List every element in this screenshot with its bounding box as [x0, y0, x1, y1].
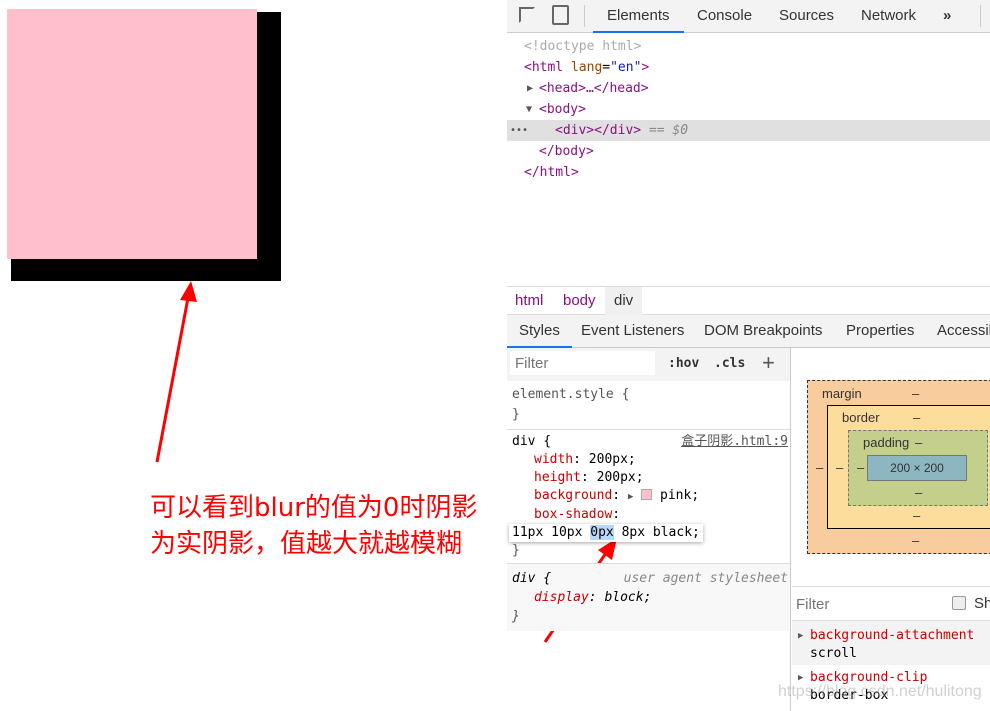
- ua-source: user agent stylesheet: [623, 571, 788, 586]
- more-tabs-button[interactable]: »: [943, 0, 951, 33]
- tab-elements[interactable]: Elements: [593, 0, 684, 33]
- device-toolbar-icon[interactable]: [552, 5, 569, 25]
- body-close-node[interactable]: </body>: [507, 141, 990, 162]
- rule-source-link[interactable]: 盒子阴影.html:9: [681, 433, 788, 451]
- show-all-label: Sh: [974, 595, 990, 612]
- doctype-node[interactable]: <!doctype html>: [507, 36, 990, 57]
- subtab-dom-breakpoints[interactable]: DOM Breakpoints: [704, 315, 822, 348]
- body-node[interactable]: ▼ <body>: [507, 99, 990, 120]
- subtab-styles[interactable]: Styles: [507, 315, 572, 348]
- boxmodel-margin[interactable]: margin – – – border – – – padding – – – …: [807, 380, 990, 554]
- subtab-accessibility[interactable]: Accessib: [937, 315, 990, 348]
- breadcrumb: html body div: [507, 286, 990, 315]
- new-rule-button[interactable]: +: [762, 350, 775, 376]
- arrow-to-shadow: [155, 281, 197, 463]
- tab-sources[interactable]: Sources: [779, 0, 834, 33]
- show-all-checkbox[interactable]: [952, 596, 966, 610]
- dom-tree: <!doctype html> <html lang="en"> ▶ <head>…: [507, 36, 990, 183]
- breadcrumb-html[interactable]: html: [515, 292, 543, 309]
- head-node[interactable]: ▶ <head>…</head>: [507, 78, 990, 99]
- breadcrumb-body[interactable]: body: [563, 292, 596, 309]
- tab-network[interactable]: Network: [861, 0, 916, 33]
- tab-console[interactable]: Console: [697, 0, 752, 33]
- color-swatch: [641, 489, 653, 500]
- devtools-tabbar: Elements Console Sources Network »: [507, 0, 990, 33]
- div-rule: div { 盒子阴影.html:9 width: 200px; height: …: [507, 430, 790, 564]
- hov-button[interactable]: :hov: [668, 356, 699, 371]
- prop-height[interactable]: height: 200px;: [512, 469, 785, 487]
- blur-value-selected: 0px: [590, 525, 614, 540]
- cls-button[interactable]: .cls: [714, 356, 745, 371]
- more-icon: •••: [510, 125, 529, 136]
- computed-filter-input[interactable]: [796, 592, 936, 616]
- annotation-note: 可以看到blur的值为0时阴影为实阴影，值越大就越模糊: [150, 493, 478, 559]
- box-shadow-value-editor[interactable]: 11px 10px 0px 8px black;: [509, 524, 703, 542]
- inspect-icon[interactable]: [519, 7, 535, 23]
- prop-box-shadow[interactable]: box-shadow:: [512, 506, 785, 524]
- subtab-properties[interactable]: Properties: [846, 315, 914, 348]
- html-close-node[interactable]: </html>: [507, 162, 990, 183]
- user-agent-rule: div { user agent stylesheet display: blo…: [507, 564, 790, 631]
- breadcrumb-div[interactable]: div: [605, 287, 643, 315]
- boxmodel-padding[interactable]: padding – – – 200 × 200: [848, 430, 988, 506]
- element-style-rule[interactable]: element.style {}: [507, 381, 790, 430]
- styles-filter-input[interactable]: [510, 351, 655, 375]
- watermark: https://blog.csdn.net/hulitong: [778, 683, 982, 700]
- computed-item[interactable]: ▶ background-attachment scroll: [792, 621, 990, 665]
- html-node[interactable]: <html lang="en">: [507, 57, 990, 78]
- styles-subtabs: Styles Event Listeners DOM Breakpoints P…: [507, 315, 990, 348]
- boxmodel-border[interactable]: border – – – padding – – – 200 × 200: [827, 405, 990, 529]
- styles-pane: :hov .cls + element.style {} div { 盒子阴影.…: [507, 348, 791, 711]
- subtab-event-listeners[interactable]: Event Listeners: [581, 315, 684, 348]
- boxmodel-content[interactable]: 200 × 200: [867, 455, 967, 481]
- prop-width[interactable]: width: 200px;: [512, 451, 785, 469]
- prop-background[interactable]: background: ▶ pink;: [512, 487, 785, 506]
- div-node-selected[interactable]: ••• <div></div> == $0: [507, 120, 990, 141]
